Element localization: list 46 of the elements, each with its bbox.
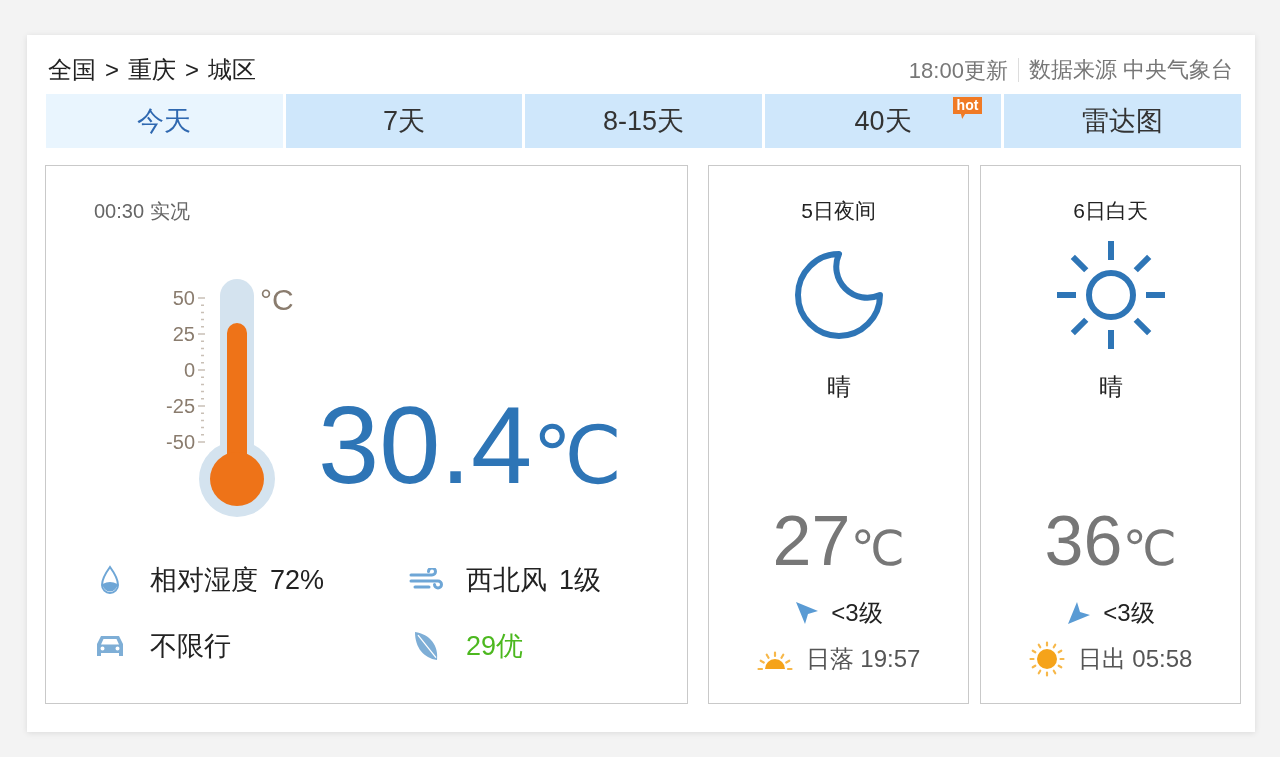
forecast-temperature: 27: [772, 502, 851, 580]
breadcrumb-link[interactable]: 重庆: [128, 52, 176, 88]
tab[interactable]: 雷达图: [1004, 94, 1241, 148]
temperature-value: 30.4: [318, 383, 533, 506]
scale-label: 25: [172, 323, 195, 345]
leaf-icon: [412, 630, 440, 662]
car-icon: [94, 634, 126, 658]
breadcrumb-separator: >: [105, 55, 119, 85]
breadcrumb-link[interactable]: 城区: [208, 52, 257, 88]
sun-event-time: 日落 19:57: [805, 645, 921, 673]
scale-label: -25: [166, 395, 195, 417]
temperature-unit: ℃: [532, 411, 622, 500]
data-source: 数据来源 中央气象台: [1017, 58, 1233, 82]
breadcrumb-link[interactable]: 全国: [48, 52, 96, 88]
sun-event-time: 日出 05:58: [1077, 645, 1193, 673]
detail-label: 不限行: [150, 630, 231, 662]
detail-label: 西北风: [466, 564, 547, 596]
scale-label: 50: [172, 287, 195, 309]
moon-icon: [793, 250, 884, 340]
detail-label: 相对湿度: [150, 564, 258, 596]
tab[interactable]: 今天: [46, 94, 283, 148]
temperature-unit: ℃: [1122, 522, 1177, 575]
detail-label: 29优: [466, 630, 524, 662]
forecast-period: 5日夜间: [801, 199, 876, 223]
observation-time: 00:30 实况: [94, 199, 190, 223]
drop-icon: [99, 565, 121, 595]
forecast-temperature: 36: [1044, 502, 1123, 580]
tab[interactable]: 7天: [285, 94, 523, 148]
wind-level: <3级: [1103, 599, 1155, 627]
breadcrumb-separator: >: [185, 55, 200, 85]
scale-label: 0: [183, 359, 195, 381]
weather-condition: 晴: [826, 374, 851, 400]
detail-value: 1级: [559, 564, 602, 596]
scale-unit: °C: [260, 283, 294, 316]
hot-badge: hot: [952, 97, 983, 119]
forecast-period: 6日白天: [1073, 199, 1148, 223]
update-time: 18:00更新: [908, 56, 1008, 85]
temperature-unit: ℃: [850, 522, 905, 575]
scale-label: -50: [166, 431, 195, 453]
weather-condition: 晴: [1098, 374, 1123, 400]
wind-icon: [409, 568, 443, 592]
tab[interactable]: 8-15天: [525, 94, 762, 148]
sunrise-icon: [1028, 641, 1065, 677]
wind-level: <3级: [831, 599, 883, 627]
tab[interactable]: 40天 hot: [764, 94, 1002, 148]
detail-value: 72%: [270, 564, 325, 596]
